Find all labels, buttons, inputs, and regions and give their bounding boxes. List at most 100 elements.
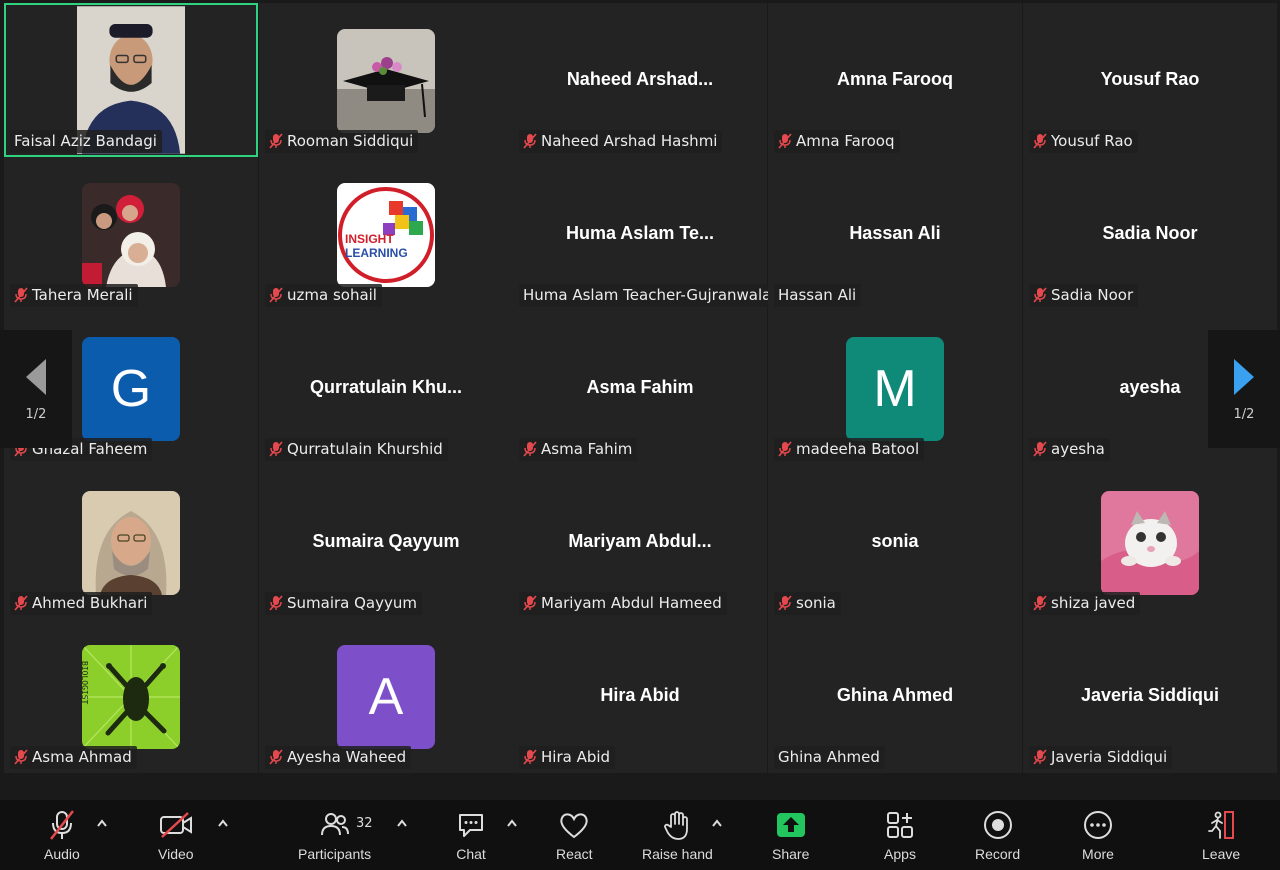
record-label: Record <box>975 846 1021 862</box>
muted-microphone-icon <box>778 595 792 611</box>
participant-tile[interactable]: BIOLOGIST Asma Ahmad <box>4 619 258 773</box>
participant-tile[interactable]: sonia sonia <box>768 465 1022 619</box>
participant-name: Amna Farooq <box>796 132 895 150</box>
leave-button[interactable]: Leave <box>1202 808 1240 862</box>
record-button[interactable]: Record <box>975 808 1020 862</box>
heart-icon <box>557 808 591 842</box>
participant-display-name: Ghina Ahmed <box>836 685 954 705</box>
participant-name-tag: Yousuf Rao <box>1029 130 1138 153</box>
share-screen-icon <box>774 808 808 842</box>
share-button[interactable]: Share <box>772 808 809 862</box>
participant-display-name: Amna Farooq <box>836 69 953 89</box>
next-page-button[interactable]: 1/2 <box>1208 330 1280 448</box>
apps-button[interactable]: Apps <box>883 808 917 862</box>
video-button[interactable]: Video <box>158 808 194 862</box>
participant-name-tag: Ahmed Bukhari <box>10 592 153 615</box>
participant-tile[interactable]: Yousuf Rao Yousuf Rao <box>1023 3 1277 157</box>
participant-tile[interactable]: Huma Aslam Te... Huma Aslam Teacher-Gujra… <box>513 157 769 311</box>
participant-tile[interactable]: Sadia Noor Sadia Noor <box>1023 157 1277 311</box>
muted-microphone-icon <box>1033 595 1047 611</box>
participant-display-name: Sumaira Qayyum <box>312 531 460 551</box>
participant-name-tag: Faisal Aziz Bandagi <box>10 130 162 153</box>
audio-options-caret-icon[interactable] <box>96 818 108 828</box>
participant-tile[interactable]: Mmadeeha Batool <box>768 311 1022 465</box>
apps-label: Apps <box>884 846 916 862</box>
participant-tile[interactable]: Faisal Aziz Bandagi <box>4 3 258 157</box>
hand-icon <box>660 808 694 842</box>
participant-avatar <box>82 491 180 595</box>
more-button[interactable]: More <box>1081 808 1115 862</box>
muted-microphone-icon <box>778 441 792 457</box>
participant-tile[interactable]: Sumaira Qayyum Sumaira Qayyum <box>259 465 513 619</box>
participant-display-name: Sadia Noor <box>1102 223 1198 243</box>
participant-tile[interactable]: Ahmed Bukhari <box>4 465 258 619</box>
muted-microphone-icon <box>14 595 28 611</box>
participant-name: madeeha Batool <box>796 440 920 458</box>
participant-name-tag: Mariyam Abdul Hameed <box>519 592 727 615</box>
participant-name-tag: ayesha <box>1029 438 1110 461</box>
chat-options-caret-icon[interactable] <box>506 818 518 828</box>
participants-icon <box>318 808 352 842</box>
participant-name: Ghina Ahmed <box>778 748 880 766</box>
participant-name-tag: Hira Abid <box>519 746 616 769</box>
previous-page-button[interactable]: 1/2 <box>0 330 72 448</box>
participant-name-tag: Asma Ahmad <box>10 746 137 769</box>
leave-door-icon <box>1204 808 1238 842</box>
participant-tile[interactable]: INSIGHT LEARNING uzma sohail <box>259 157 513 311</box>
chevron-left-icon <box>26 358 46 395</box>
leave-label: Leave <box>1202 846 1241 862</box>
participant-name-tag: shiza javed <box>1029 592 1141 615</box>
raise-hand-label: Raise hand <box>642 846 713 862</box>
participant-name-tag: sonia <box>774 592 841 615</box>
participant-display-name: Hassan Ali <box>849 223 941 243</box>
participant-tile[interactable]: Hira Abid Hira Abid <box>513 619 767 773</box>
participant-tile[interactable]: A Ayesha Waheed <box>259 619 513 773</box>
participant-name: sonia <box>796 594 836 612</box>
record-icon <box>981 808 1015 842</box>
participant-name-tag: Ghina Ahmed <box>774 746 885 769</box>
more-label: More <box>1082 846 1114 862</box>
participant-tile[interactable]: Rooman Siddiqui <box>259 3 513 157</box>
participant-tile[interactable]: Mariyam Abdul... Mariyam Abdul Hameed <box>513 465 767 619</box>
participant-tile[interactable]: Amna Farooq Amna Farooq <box>768 3 1022 157</box>
participant-tile[interactable]: shiza javed <box>1023 465 1277 619</box>
meeting-toolbar: Audio Video Participants 32 Chat React R… <box>0 800 1280 870</box>
participant-tile[interactable]: Ghina Ahmed Ghina Ahmed <box>768 619 1022 773</box>
participant-name-tag: Hassan Ali <box>774 284 862 307</box>
participant-name-tag: Asma Fahim <box>519 438 638 461</box>
participant-name-tag: Ayesha Waheed <box>265 746 412 769</box>
participant-name-tag: uzma sohail <box>265 284 382 307</box>
participant-tile[interactable]: Javeria Siddiqui Javeria Siddiqui <box>1023 619 1277 773</box>
participant-tile[interactable]: Hassan Ali Hassan Ali <box>768 157 1022 311</box>
participants-options-caret-icon[interactable] <box>396 818 408 828</box>
participant-name-tag: madeeha Batool <box>774 438 925 461</box>
participant-name: Huma Aslam Teacher-Gujranwala... <box>523 286 769 304</box>
video-options-caret-icon[interactable] <box>217 818 229 828</box>
participant-name: Hira Abid <box>541 748 611 766</box>
raise-hand-button[interactable]: Raise hand <box>642 808 713 862</box>
participant-display-name: Naheed Arshad... <box>566 69 714 89</box>
muted-microphone-icon <box>1033 133 1047 149</box>
participant-tile[interactable]: Naheed Arshad... Naheed Arshad Hashmi <box>513 3 767 157</box>
participant-display-name: Javeria Siddiqui <box>1080 685 1220 705</box>
svg-text:INSIGHT: INSIGHT <box>345 232 394 246</box>
participants-label: Participants <box>298 846 372 862</box>
participant-initial-avatar: M <box>846 337 944 441</box>
audio-button[interactable]: Audio <box>44 808 80 862</box>
react-label: React <box>556 846 593 862</box>
participant-tile[interactable]: Tahera Merali <box>4 157 258 311</box>
participant-name: Hassan Ali <box>778 286 857 304</box>
participant-name: Javeria Siddiqui <box>1051 748 1168 766</box>
more-options-icon <box>1081 808 1115 842</box>
react-button[interactable]: React <box>556 808 593 862</box>
page-indicator-left: 1/2 <box>25 406 47 422</box>
chat-button[interactable]: Chat <box>454 808 488 862</box>
muted-microphone-icon <box>523 441 537 457</box>
participant-tile[interactable]: Asma Fahim Asma Fahim <box>513 311 767 465</box>
participant-tile[interactable]: Qurratulain Khu... Qurratulain Khurshid <box>259 311 513 465</box>
participant-name: Faisal Aziz Bandagi <box>14 132 157 150</box>
participant-name-tag: Rooman Siddiqui <box>265 130 419 153</box>
raise-hand-options-caret-icon[interactable] <box>711 818 723 828</box>
participant-name: Ahmed Bukhari <box>32 594 148 612</box>
participant-name: Qurratulain Khurshid <box>287 440 443 458</box>
